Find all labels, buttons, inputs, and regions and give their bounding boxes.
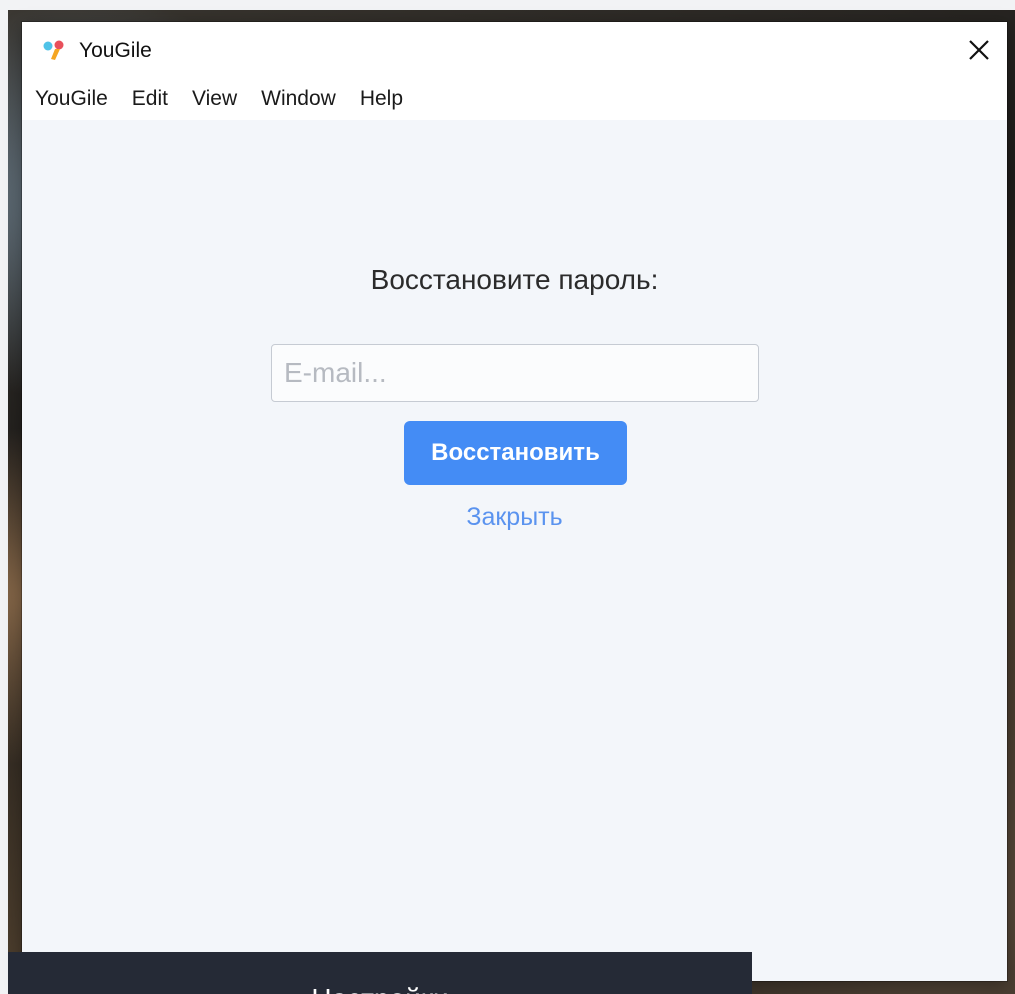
app-window: YouGile YouGile Edit View Window Help Во… bbox=[22, 22, 1007, 981]
close-link[interactable]: Закрыть bbox=[22, 501, 1007, 533]
password-recovery-panel: Восстановите пароль: Восстановить Закрыт… bbox=[22, 120, 1007, 981]
menu-item-window[interactable]: Window bbox=[261, 86, 336, 112]
email-field[interactable] bbox=[271, 344, 759, 402]
title-bar: YouGile bbox=[22, 22, 1007, 78]
menu-item-help[interactable]: Help bbox=[360, 86, 403, 112]
page-title: Восстановите пароль: bbox=[370, 264, 659, 295]
restore-password-button[interactable]: Восстановить bbox=[404, 421, 627, 485]
desktop-left-strip bbox=[0, 0, 8, 994]
menu-item-view[interactable]: View bbox=[192, 86, 237, 112]
window-title: YouGile bbox=[79, 39, 152, 62]
menu-bar: YouGile Edit View Window Help bbox=[22, 78, 1007, 120]
menu-item-yougile[interactable]: YouGile bbox=[35, 86, 108, 112]
menu-item-edit[interactable]: Edit bbox=[132, 86, 168, 112]
close-icon[interactable] bbox=[963, 34, 995, 66]
desktop-top-strip bbox=[0, 0, 1015, 10]
settings-window: Настройки bbox=[8, 952, 752, 994]
settings-window-title: Настройки bbox=[8, 982, 752, 994]
yougile-logo-icon bbox=[43, 40, 64, 60]
